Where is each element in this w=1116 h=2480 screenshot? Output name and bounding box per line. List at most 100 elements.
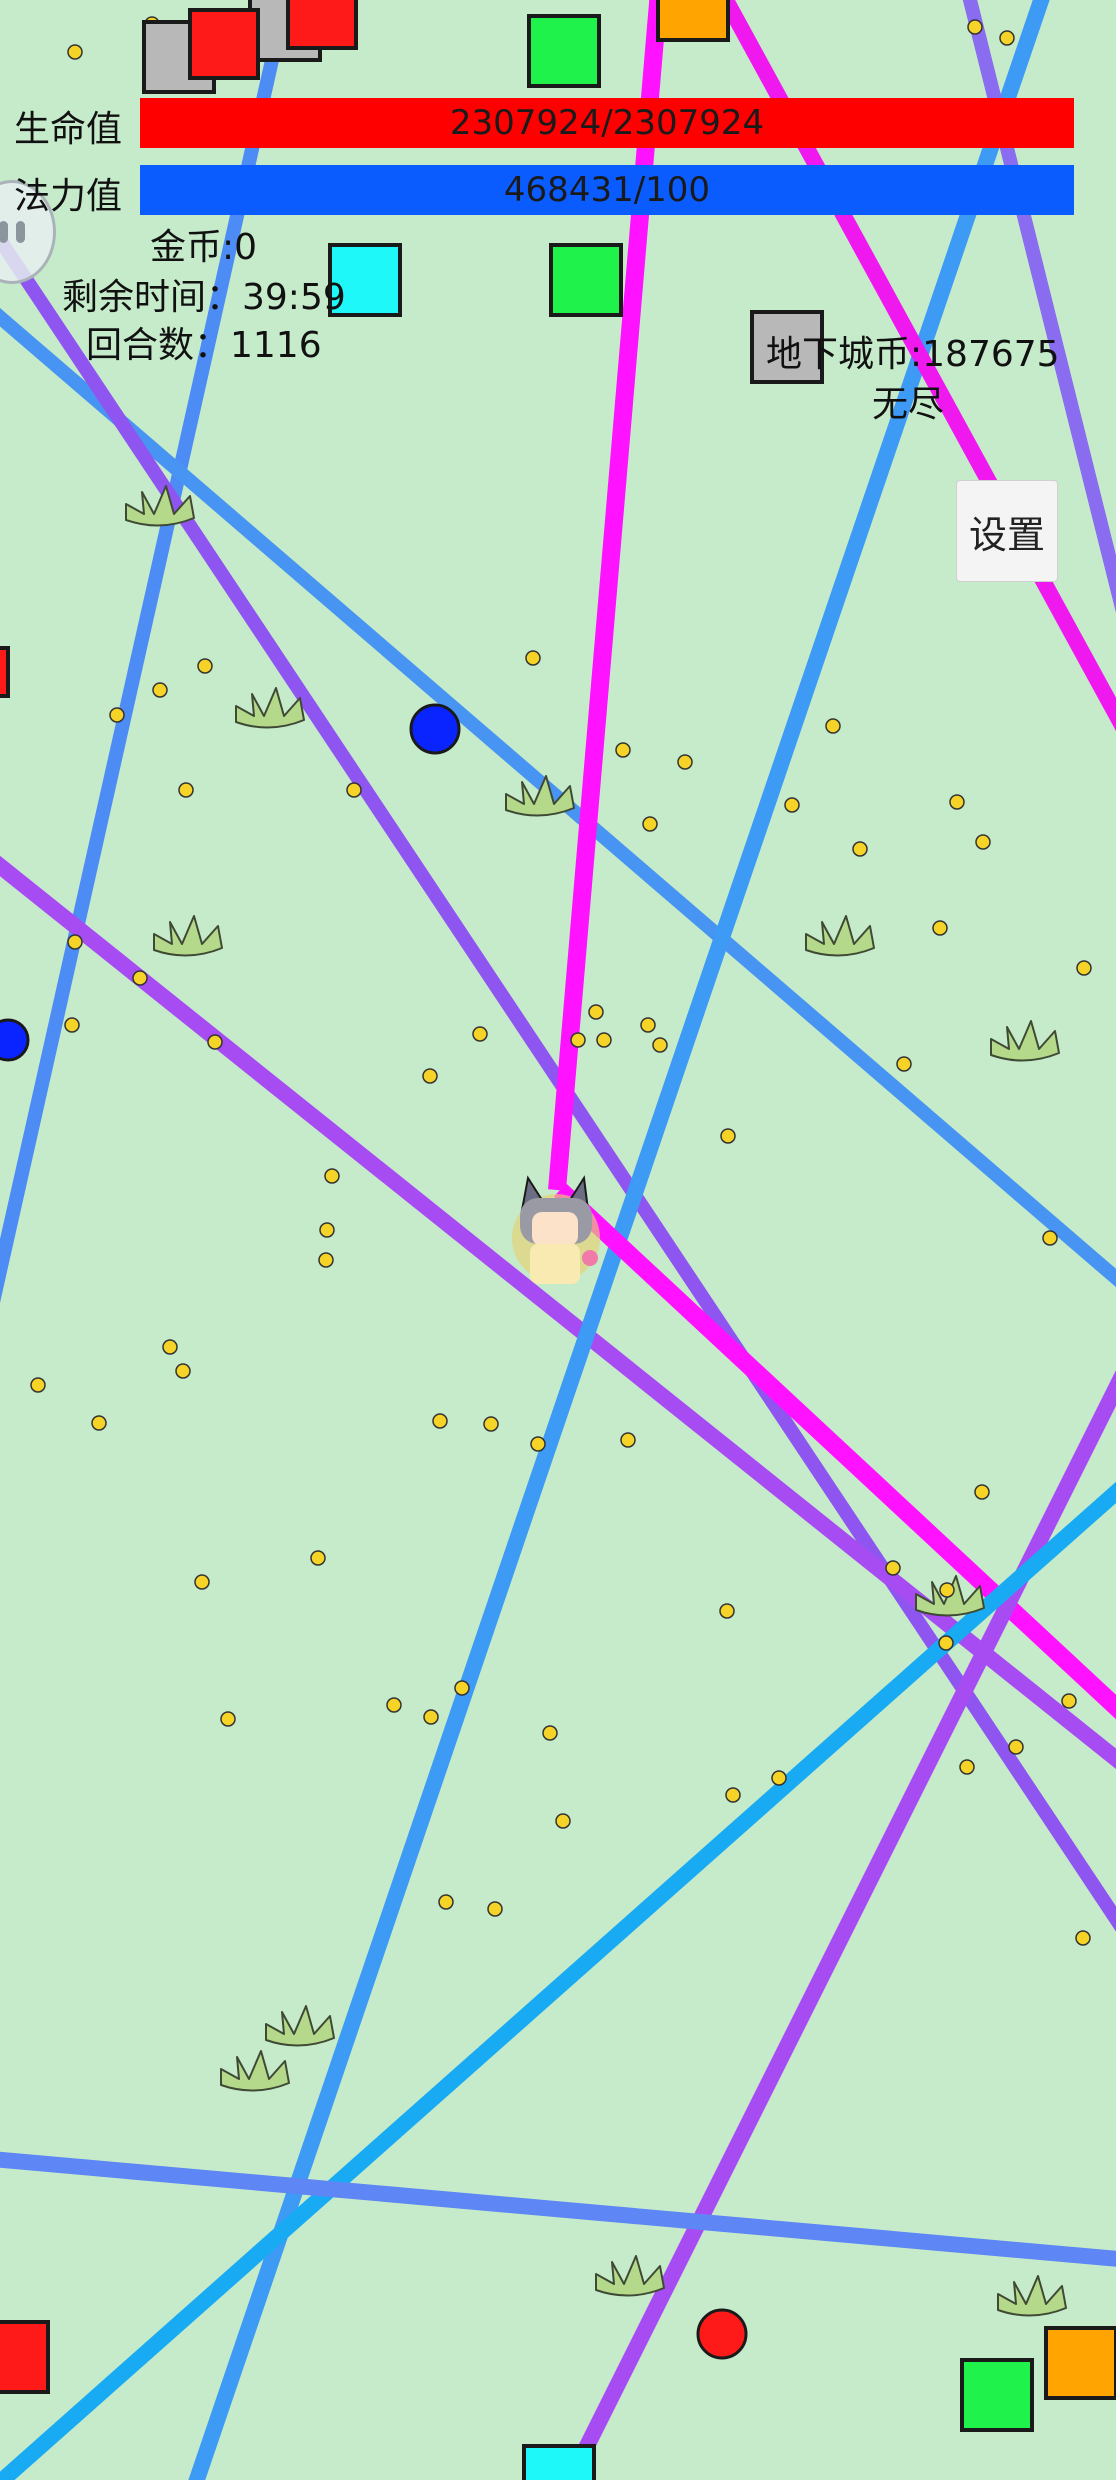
gold-coin-icon [974, 1484, 990, 1500]
gold-coin-icon [555, 1813, 571, 1829]
gold-coin-icon [438, 1894, 454, 1910]
gold-coin-icon [324, 1168, 340, 1184]
gold-coin-icon [487, 1901, 503, 1917]
gold-coin-icon [472, 1026, 488, 1042]
gold-coin-icon [939, 1582, 955, 1598]
gold-coin-icon [64, 1017, 80, 1033]
gold-coin-icon [1076, 960, 1092, 976]
gold-coin-icon [319, 1222, 335, 1238]
gold-coin-icon [542, 1725, 558, 1741]
gold-coin-icon [588, 1004, 604, 1020]
gold-coin-icon [719, 1603, 735, 1619]
grass-tuft-icon [805, 915, 875, 957]
gold-coin-icon [132, 970, 148, 986]
red-block-enemy [0, 2320, 50, 2394]
gold-coin-icon [949, 794, 965, 810]
gold-coin-icon [220, 1711, 236, 1727]
gold-coin-icon [1042, 1230, 1058, 1246]
gold-coin-icon [67, 934, 83, 950]
gold-coin-icon [30, 1377, 46, 1393]
settings-button[interactable]: 设置 [956, 480, 1058, 582]
cat-eared-girl-character [512, 1175, 600, 1284]
round-count: 回合数：1116 [86, 325, 322, 366]
blue-orb-enemy [409, 703, 461, 755]
grass-tuft-icon [595, 2255, 665, 2297]
mp-label: 法力值 [14, 176, 123, 217]
laser-beam [0, 2151, 1116, 2267]
gold-coin-icon [1061, 1693, 1077, 1709]
grass-tuft-icon [265, 2005, 335, 2047]
gold-coin-icon [109, 707, 125, 723]
grass-tuft-icon [153, 915, 223, 957]
gold-coin-icon [454, 1680, 470, 1696]
blue-orb-enemy [0, 1018, 30, 1062]
gold-coin-icon [967, 19, 983, 35]
gold-coin-icon [152, 682, 168, 698]
gold-coin-icon [825, 718, 841, 734]
gold-coin-icon [162, 1339, 178, 1355]
grass-tuft-icon [220, 2050, 290, 2092]
gold-coin-icon [483, 1416, 499, 1432]
gold-coin-icon [194, 1574, 210, 1590]
red-orb-enemy [696, 2308, 748, 2360]
gold-coin-icon [720, 1128, 736, 1144]
time-left: 剩余时间：39:59 [62, 277, 346, 318]
gold-coin-icon [310, 1550, 326, 1566]
player-layer [512, 1175, 600, 1284]
gold-coin-icon [432, 1413, 448, 1429]
red-block-enemy [0, 646, 10, 698]
laser-beam [553, 1183, 1116, 1720]
gold-coin-icon [318, 1252, 334, 1268]
gold-coin-icon [771, 1770, 787, 1786]
gold-coin-icon [885, 1560, 901, 1576]
gold-coin-icon [423, 1709, 439, 1725]
hp-bar: 2307924/2307924 [140, 98, 1074, 148]
gold-coin-icon [525, 650, 541, 666]
gold-coin-icon [932, 920, 948, 936]
gold-coin-icon [677, 754, 693, 770]
gold-coin-icon [620, 1432, 636, 1448]
red-block-enemy [286, 0, 358, 50]
green-block-enemy [527, 14, 601, 88]
player-body [530, 1244, 580, 1284]
gold-coin-icon [959, 1759, 975, 1775]
player-accent [582, 1250, 598, 1266]
gold-coin-icon [725, 1787, 741, 1803]
orange-block-enemy [656, 0, 730, 42]
gold-coin-icon [346, 782, 362, 798]
grass-tuft-icon [990, 1020, 1060, 1062]
green-block-enemy [960, 2358, 1034, 2432]
gold-coin-icon [91, 1415, 107, 1431]
player-face [532, 1212, 578, 1246]
gold-coin-icon [175, 1363, 191, 1379]
mp-bar: 468431/100 [140, 165, 1074, 215]
gold-count: 金币:0 [150, 227, 258, 268]
gold-coin-icon [1008, 1739, 1024, 1755]
gold-coin-icon [938, 1635, 954, 1651]
green-block-enemy [549, 243, 623, 317]
gold-coin-icon [422, 1068, 438, 1084]
orange-block-enemy [1044, 2326, 1116, 2400]
gold-coin-icon [652, 1037, 668, 1053]
grass-tuft-icon [997, 2275, 1067, 2317]
gold-coin-icon [615, 742, 631, 758]
cyan-block-enemy [522, 2444, 596, 2480]
gold-coin-icon [178, 782, 194, 798]
hp-label: 生命值 [14, 109, 123, 150]
dungeon-coins: 地下城币:187675 [766, 334, 1060, 375]
gold-coin-icon [1075, 1930, 1091, 1946]
gold-coin-icon [640, 1017, 656, 1033]
gold-coin-icon [207, 1034, 223, 1050]
mp-value: 468431/100 [503, 170, 711, 210]
gold-coin-icon [386, 1697, 402, 1713]
gold-coin-icon [530, 1436, 546, 1452]
gold-coin-icon [784, 797, 800, 813]
gold-coin-icon [596, 1032, 612, 1048]
gold-coin-icon [197, 658, 213, 674]
gold-coin-icon [896, 1056, 912, 1072]
hp-value: 2307924/2307924 [449, 103, 765, 143]
gold-coin-icon [975, 834, 991, 850]
gold-coin-icon [570, 1032, 586, 1048]
gold-coin-icon [67, 44, 83, 60]
gold-coin-icon [999, 30, 1015, 46]
